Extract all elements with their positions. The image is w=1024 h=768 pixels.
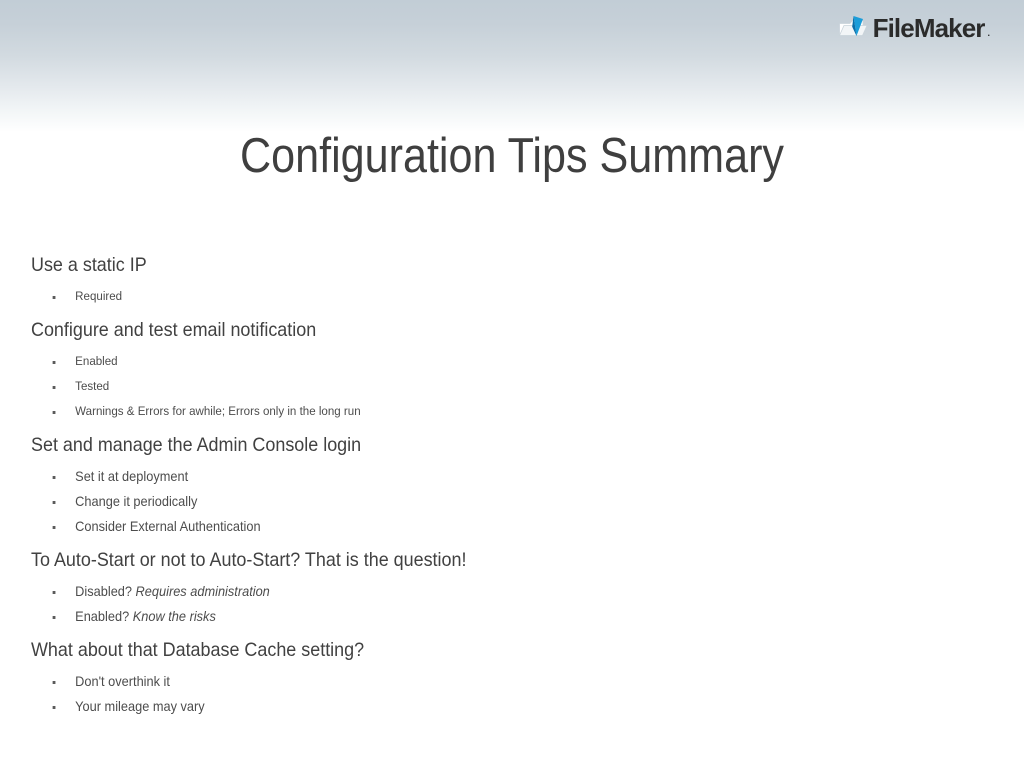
bullet-marker-icon <box>52 500 56 504</box>
page-title: Configuration Tips Summary <box>239 129 785 183</box>
bullet-marker-icon <box>52 705 56 709</box>
bullet-marker-icon <box>52 525 56 529</box>
section-use-a-static-ip: Use a static IP Required <box>31 253 971 309</box>
list-item-label: Warnings & Errors for awhile; Errors onl… <box>75 404 361 418</box>
bullet-marker-icon <box>52 615 56 619</box>
section-to-auto-start-or-not: To Auto-Start or not to Auto-Start? That… <box>31 548 971 629</box>
list-item-label: Change it periodically <box>75 494 198 509</box>
section-set-and-manage-the-admin-console-login: Set and manage the Admin Console login S… <box>31 433 971 539</box>
list-item-label: Consider External Authentication <box>75 519 261 534</box>
list-item-emphasis: Know the risks <box>132 609 216 624</box>
list-item: Consider External Authentication <box>31 514 915 539</box>
list-item: Set it at deployment <box>31 464 915 489</box>
list-item-label: Enabled <box>75 354 118 368</box>
list-item: Change it periodically <box>31 489 915 514</box>
presentation-slide: FileMaker . Configuration Tips Summary U… <box>0 0 1024 768</box>
filemaker-logo: FileMaker . <box>838 14 990 42</box>
list-item: Tested <box>31 374 915 399</box>
section-heading: Set and manage the Admin Console login <box>31 434 362 456</box>
slide-body-content: Use a static IP Required Configure and t… <box>31 253 971 728</box>
filemaker-wordmark: FileMaker <box>872 13 986 43</box>
list-item: Disabled? Requires administration <box>31 579 915 604</box>
filemaker-folder-icon <box>838 16 868 36</box>
list-item: Enabled? Know the risks <box>31 604 915 629</box>
list-item-label: Enabled? <box>75 609 133 624</box>
list-item-label: Don't overthink it <box>75 674 170 689</box>
section-database-cache-setting: What about that Database Cache setting? … <box>31 638 971 719</box>
bullet-list: Required <box>31 284 971 309</box>
bullet-list: Disabled? Requires administration Enable… <box>31 579 971 629</box>
trademark-mark: . <box>987 28 990 38</box>
list-item-label: Disabled? <box>75 584 136 599</box>
list-item: Warnings & Errors for awhile; Errors onl… <box>31 399 915 424</box>
bullet-marker-icon <box>52 680 56 684</box>
bullet-marker-icon <box>52 410 56 414</box>
bullet-marker-icon <box>52 360 56 364</box>
bullet-list: Enabled Tested Warnings & Errors for awh… <box>31 349 971 424</box>
section-heading: Use a static IP <box>31 254 147 276</box>
bullet-marker-icon <box>52 295 56 299</box>
list-item-label: Your mileage may vary <box>75 699 205 714</box>
section-heading: To Auto-Start or not to Auto-Start? That… <box>31 549 467 571</box>
section-configure-and-test-email-notification: Configure and test email notification En… <box>31 318 971 424</box>
bullet-marker-icon <box>52 590 56 594</box>
section-heading: What about that Database Cache setting? <box>31 639 365 661</box>
bullet-marker-icon <box>52 385 56 389</box>
list-item-label: Set it at deployment <box>75 469 189 484</box>
list-item: Enabled <box>31 349 915 374</box>
list-item: Your mileage may vary <box>31 694 915 719</box>
bullet-list: Set it at deployment Change it periodica… <box>31 464 971 539</box>
bullet-list: Don't overthink it Your mileage may vary <box>31 669 971 719</box>
list-item-emphasis: Requires administration <box>135 584 270 599</box>
bullet-marker-icon <box>52 475 56 479</box>
section-heading: Configure and test email notification <box>31 319 317 341</box>
list-item: Don't overthink it <box>31 669 915 694</box>
list-item-label: Tested <box>75 379 110 393</box>
list-item-label: Required <box>75 289 123 303</box>
list-item: Required <box>31 284 915 309</box>
